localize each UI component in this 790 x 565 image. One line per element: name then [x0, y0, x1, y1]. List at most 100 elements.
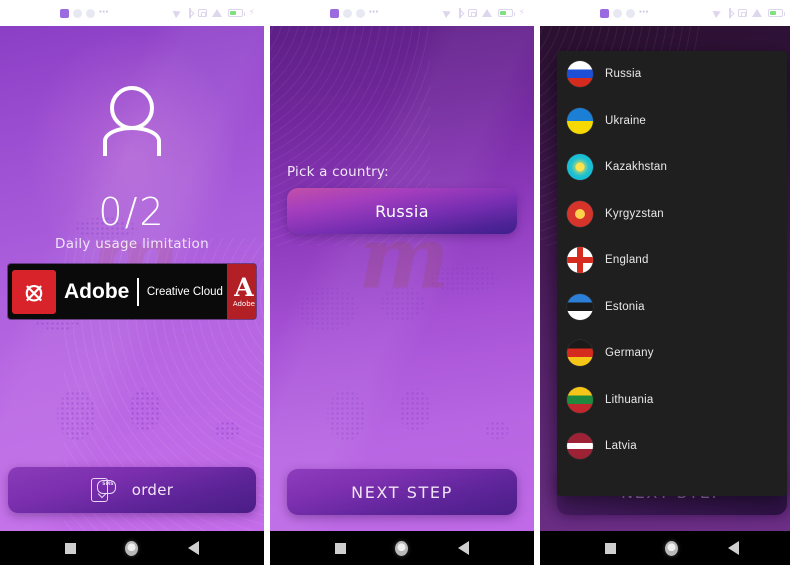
ad-badge-label: Adobe	[232, 299, 255, 308]
android-nav-bar	[0, 531, 264, 565]
user-avatar-icon	[90, 84, 174, 168]
more-dots-icon: ⋯	[368, 7, 380, 18]
status-bar-right: ⚡	[443, 7, 525, 19]
country-list-item[interactable]: Kyrgyzstan	[557, 191, 787, 238]
country-list-item[interactable]: Lithuania	[557, 377, 787, 424]
country-list-item[interactable]: Latvia	[557, 423, 787, 470]
flag-icon	[567, 340, 593, 367]
recents-square-icon[interactable]	[604, 542, 616, 554]
phone-icon	[612, 8, 622, 18]
status-bar: 2:21 PM ⋯ ⚡	[540, 0, 790, 26]
screenshot-icon	[468, 9, 478, 17]
country-list-item-label: Germany	[605, 347, 654, 360]
status-clock: 2:16 PM	[11, 7, 56, 19]
usage-label: Daily usage limitation	[55, 236, 209, 252]
bluetooth-icon	[456, 8, 463, 18]
adobe-cc-logo-icon: ⦻	[12, 269, 56, 314]
home-circle-icon[interactable]	[125, 540, 139, 556]
country-list-item[interactable]: Ukraine	[557, 98, 787, 145]
wifi-icon	[482, 9, 493, 17]
android-nav-bar	[540, 531, 790, 565]
screenshot-stage: 2:16 PM ⋯ ⚡ m	[0, 0, 790, 565]
ad-badge[interactable]: A Adobe	[226, 264, 256, 319]
screenshot-icon	[738, 9, 748, 17]
country-picker-dialog: Russia Ukraine Kazakhstan Kyrgyzstan England…	[557, 51, 787, 496]
country-list-item[interactable]: Kazakhstan	[557, 144, 787, 191]
sms-phone-icon: SMS	[90, 478, 116, 502]
app-body-country-picker: m New Virtual Number Pick a country: NEX…	[540, 26, 790, 531]
country-select-button[interactable]: Russia	[287, 188, 517, 234]
avatar-body	[103, 126, 161, 156]
back-triangle-icon[interactable]	[458, 541, 470, 555]
home-circle-icon[interactable]	[665, 540, 679, 556]
next-step-button[interactable]: NEXT STEP	[287, 469, 517, 515]
status-bar-left: 2:21 PM ⋯	[281, 8, 380, 19]
order-button-label: order	[131, 481, 174, 499]
status-clock: 2:21 PM	[551, 7, 596, 19]
message-icon	[599, 8, 609, 18]
wifi-icon	[752, 9, 763, 17]
country-list-item-label: Kyrgyzstan	[605, 207, 664, 220]
country-list-item[interactable]: Estonia	[557, 284, 787, 331]
flag-icon	[567, 293, 593, 320]
flag-icon	[567, 61, 593, 88]
phone-icon	[72, 8, 82, 18]
country-list[interactable]: Russia Ukraine Kazakhstan Kyrgyzstan England…	[557, 51, 787, 496]
country-list-item-label: England	[605, 254, 649, 267]
bluetooth-icon	[186, 8, 193, 18]
country-list-item[interactable]: England	[557, 237, 787, 284]
screenshot-icon	[198, 9, 208, 17]
flag-icon	[567, 433, 593, 460]
sms-bubble-text: SMS	[102, 482, 114, 487]
location-icon	[173, 7, 183, 19]
status-bar-right: ⚡	[173, 7, 255, 19]
home-circle-icon[interactable]	[395, 540, 409, 556]
phone-icon	[355, 8, 365, 18]
order-button[interactable]: SMS order	[8, 467, 256, 513]
android-nav-bar	[270, 531, 534, 565]
usage-hero: 0/2 Daily usage limitation	[0, 84, 264, 252]
location-icon	[713, 7, 723, 19]
phone-panel-home: 2:16 PM ⋯ ⚡ m	[0, 0, 264, 565]
phone-icon	[625, 8, 635, 18]
flag-icon	[567, 154, 593, 181]
phone-panel-new-number: 2:21 PM ⋯ ⚡ m New Virtual Number	[270, 0, 534, 565]
country-list-item-label: Lithuania	[605, 393, 654, 406]
pick-country-label: Pick a country:	[287, 164, 389, 180]
country-list-item-label: Kazakhstan	[605, 161, 668, 174]
message-icon	[329, 8, 339, 18]
next-step-label: NEXT STEP	[351, 482, 453, 502]
recents-square-icon[interactable]	[64, 542, 76, 554]
usage-count: 0/2	[98, 190, 166, 234]
country-list-item-label: Russia	[605, 68, 642, 81]
country-list-item[interactable]: Germany	[557, 330, 787, 377]
charging-icon: ⚡	[518, 7, 525, 18]
country-select-value: Russia	[375, 201, 429, 221]
more-dots-icon: ⋯	[638, 7, 650, 18]
avatar-head	[110, 86, 154, 130]
phone-icon	[85, 8, 95, 18]
ad-product: Creative Cloud	[146, 285, 223, 298]
message-icon	[59, 8, 69, 18]
app-body-home: m 0/2 Daily usage limitation ⦻ Adobe Cre…	[0, 26, 264, 531]
country-list-item-label: Latvia	[605, 440, 637, 453]
country-list-item[interactable]: Russia	[557, 51, 787, 98]
more-dots-icon: ⋯	[98, 7, 110, 18]
app-body-new-number: m New Virtual Number Pick a country: Rus…	[270, 26, 534, 531]
status-bar-left: 2:16 PM ⋯	[11, 8, 110, 19]
flag-icon	[567, 107, 593, 134]
flag-icon	[567, 386, 593, 413]
ad-divider	[137, 277, 139, 306]
flag-icon	[567, 200, 593, 227]
status-bar: 2:16 PM ⋯ ⚡	[0, 0, 264, 26]
phone-panel-country-picker: 2:21 PM ⋯ ⚡ m New Virtual Number	[540, 0, 790, 565]
recents-square-icon[interactable]	[334, 542, 346, 554]
back-triangle-icon[interactable]	[728, 541, 740, 555]
ad-banner[interactable]: ⦻ Adobe Creative Cloud A Adobe	[8, 264, 256, 319]
back-triangle-icon[interactable]	[188, 541, 200, 555]
battery-icon	[768, 9, 786, 17]
status-bar: 2:21 PM ⋯ ⚡	[270, 0, 534, 26]
world-map-dots	[270, 26, 534, 531]
bluetooth-icon	[726, 8, 733, 18]
ad-brand: Adobe	[64, 279, 130, 303]
